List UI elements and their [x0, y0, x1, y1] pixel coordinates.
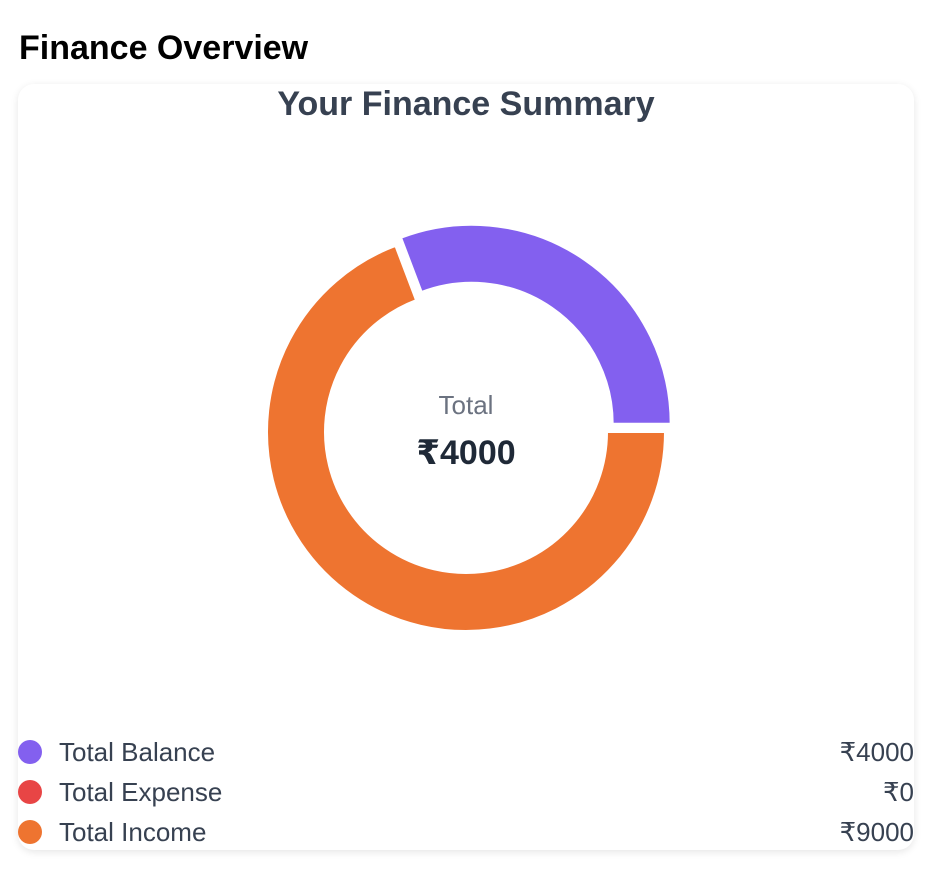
legend-label: Total Income	[59, 816, 207, 847]
legend-item-total-balance[interactable]: Total Balance ₹4000	[18, 732, 914, 772]
legend-value: ₹0	[882, 776, 914, 807]
chart-legend: Total Balance ₹4000 Total Expense ₹0 Tot…	[18, 732, 914, 852]
donut-slices	[266, 223, 672, 632]
legend-value: ₹9000	[839, 816, 914, 847]
page-title: Finance Overview	[19, 29, 309, 67]
legend-dot-balance	[18, 740, 42, 764]
legend-value: ₹4000	[839, 736, 914, 767]
legend-item-total-expense[interactable]: Total Expense ₹0	[18, 772, 914, 812]
legend-item-total-income[interactable]: Total Income ₹9000	[18, 812, 914, 852]
donut-chart: Total ₹4000	[266, 223, 672, 632]
center-total-label: Total	[439, 390, 494, 420]
legend-dot-income	[18, 820, 42, 844]
finance-summary-card: Your Finance Summary Total ₹4000 Total B…	[18, 84, 914, 850]
legend-label: Total Expense	[59, 776, 223, 807]
legend-label: Total Balance	[59, 736, 216, 767]
legend-dot-expense	[18, 780, 42, 804]
center-total-value: ₹4000	[416, 434, 515, 472]
